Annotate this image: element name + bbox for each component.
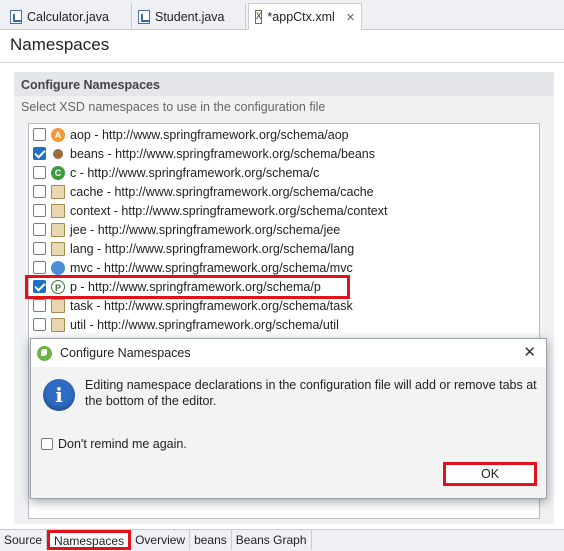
java-file-icon [138,9,150,24]
tab-student-java[interactable]: Student.java [132,3,246,30]
section-description: Select XSD namespaces to use in the conf… [21,100,326,114]
section-heading[interactable]: Configure Namespaces [14,72,554,96]
close-icon[interactable]: ✕ [346,11,355,24]
namespace-checkbox[interactable] [33,299,46,312]
tab-beans-graph[interactable]: Beans Graph [232,530,312,550]
namespace-checkbox[interactable] [33,204,46,217]
namespace-checkbox[interactable] [33,242,46,255]
mvc-globe-icon [51,260,65,275]
tab-overview[interactable]: Overview [131,530,191,550]
namespace-row-aop[interactable]: A aop - http://www.springframework.org/s… [33,125,533,144]
page-title: Namespaces [10,35,110,54]
configure-namespaces-dialog: Configure Namespaces ✕ i Editing namespa… [30,338,547,499]
tab-label: Student.java [155,9,225,24]
close-icon[interactable]: ✕ [523,343,536,361]
namespace-label: beans - http://www.springframework.org/s… [70,146,375,161]
xml-file-icon: X [255,10,263,24]
namespace-checkbox[interactable] [33,261,46,274]
namespace-checkbox[interactable] [33,147,46,160]
namespace-label: jee - http://www.springframework.org/sch… [70,222,341,237]
beans-icon [53,148,63,159]
dialog-title: Configure Namespaces [60,346,191,360]
namespace-row-cache[interactable]: cache - http://www.springframework.org/s… [33,182,533,201]
namespace-row-util[interactable]: util - http://www.springframework.org/sc… [33,315,533,334]
dont-remind-checkbox[interactable] [41,438,53,450]
tab-calculator-java[interactable]: Calculator.java [4,3,132,30]
namespace-label: aop - http://www.springframework.org/sch… [70,127,349,142]
tab-beans[interactable]: beans [190,530,232,550]
dialog-titlebar[interactable]: Configure Namespaces ✕ [31,339,546,367]
aop-icon: A [51,127,65,142]
tab-label: Calculator.java [27,9,109,24]
namespace-checkbox[interactable] [33,185,46,198]
ok-button[interactable]: OK [443,462,537,486]
tab-source[interactable]: Source [0,530,48,550]
info-icon: i [43,379,75,411]
tab-namespaces[interactable]: Namespaces [47,530,132,550]
spring-leaf-icon [37,345,52,361]
namespace-label: cache - http://www.springframework.org/s… [70,184,374,199]
namespace-checkbox[interactable] [33,223,46,236]
cache-icon [51,184,65,199]
namespace-row-beans[interactable]: beans - http://www.springframework.org/s… [33,144,533,163]
namespace-label: context - http://www.springframework.org… [70,203,388,218]
c-namespace-icon: C [51,165,65,180]
editor-tab-bar: Calculator.java Student.java X *appCtx.x… [0,0,564,30]
namespace-checkbox[interactable] [33,318,46,331]
namespace-checkbox[interactable] [33,128,46,141]
header-divider [0,62,564,63]
namespace-row-lang[interactable]: lang - http://www.springframework.org/sc… [33,239,533,258]
dont-remind-label: Don't remind me again. [58,437,187,451]
lang-icon [51,241,65,256]
dialog-message: Editing namespace declarations in the co… [85,378,537,408]
namespace-row-jee[interactable]: jee - http://www.springframework.org/sch… [33,220,533,239]
context-icon [51,203,65,218]
namespace-checkbox[interactable] [33,166,46,179]
p-row-highlight [25,275,350,299]
dont-remind-checkbox-row[interactable]: Don't remind me again. [41,437,187,451]
namespace-label: lang - http://www.springframework.org/sc… [70,241,355,256]
namespace-row-c[interactable]: C c - http://www.springframework.org/sch… [33,163,533,182]
namespace-label: task - http://www.springframework.org/sc… [70,298,353,313]
namespace-label: util - http://www.springframework.org/sc… [70,317,339,332]
namespace-row-context[interactable]: context - http://www.springframework.org… [33,201,533,220]
jee-icon [51,222,65,237]
tab-appctx-xml[interactable]: X *appCtx.xml ✕ [248,3,362,30]
task-icon [51,298,65,313]
editor-page-tabs: Source Namespaces Overview beans Beans G… [0,529,564,551]
namespace-label: mvc - http://www.springframework.org/sch… [70,260,353,275]
java-file-icon [10,9,22,24]
namespace-label: c - http://www.springframework.org/schem… [70,165,320,180]
tab-label: *appCtx.xml [267,10,335,24]
util-icon [51,317,65,332]
